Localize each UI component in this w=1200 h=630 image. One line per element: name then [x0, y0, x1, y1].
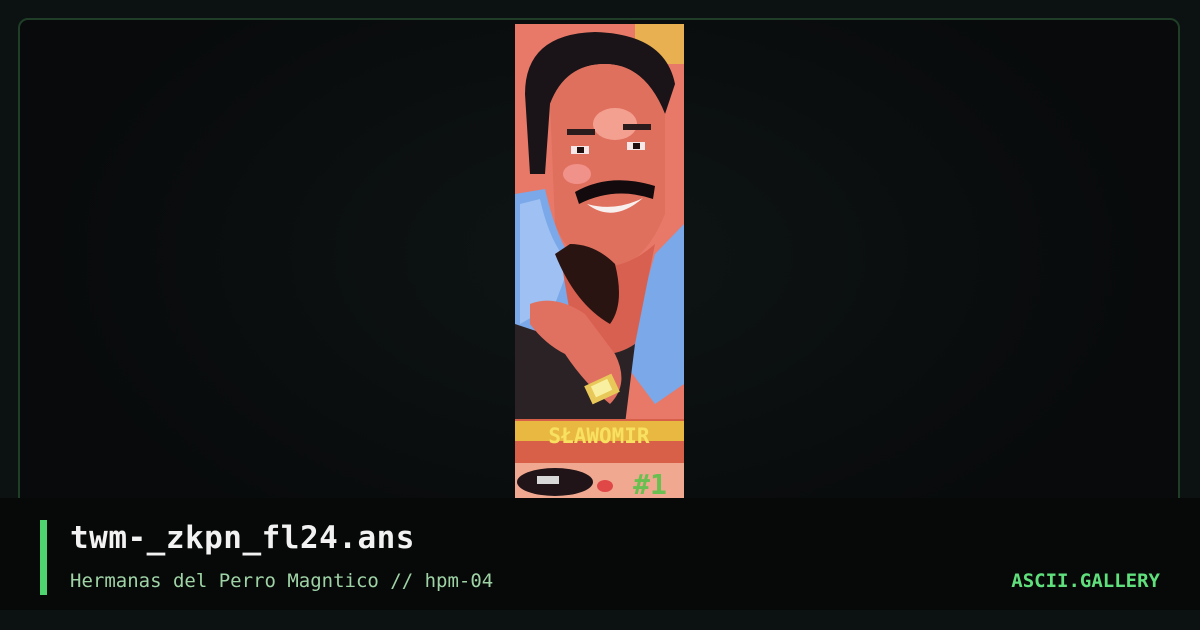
artwork-title: twm-_zkpn_fl24.ans — [70, 520, 415, 556]
artwork-illustration: SŁAWOMIR #1 — [515, 24, 684, 502]
artist-line: Hermanas del Perro Magntico // hpm-04 — [70, 570, 494, 592]
banner-text: SŁAWOMIR — [548, 424, 650, 448]
site-brand-link[interactable]: ASCII.GALLERY — [1011, 570, 1160, 592]
accent-bar — [40, 520, 47, 595]
ansi-artwork-image: SŁAWOMIR #1 — [515, 24, 684, 502]
issue-mark: #1 — [633, 468, 667, 501]
